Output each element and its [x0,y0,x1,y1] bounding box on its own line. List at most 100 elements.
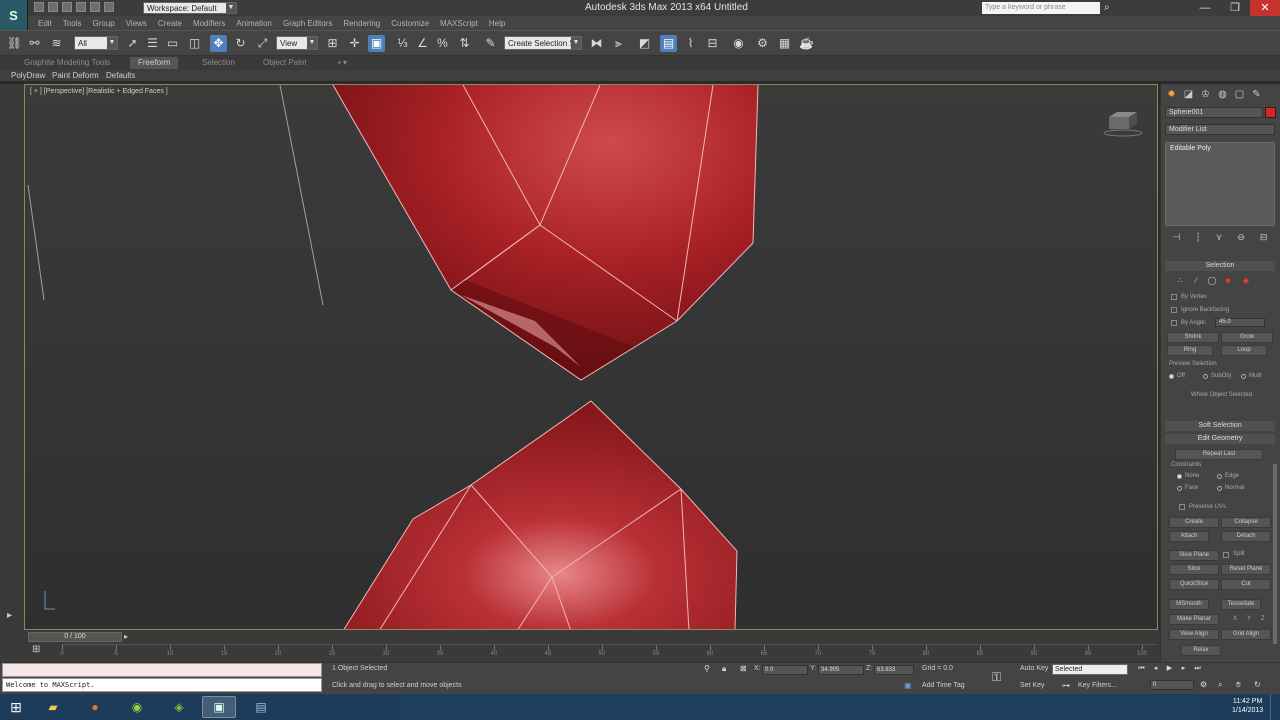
layer-manager-icon[interactable]: ◩ [636,35,653,52]
stack-item-editable-poly[interactable]: Editable Poly [1166,143,1274,154]
ignore-backfacing-checkbox[interactable] [1171,307,1177,313]
perspective-viewport[interactable]: [ + ] [Perspective] [Realistic + Edged F… [24,84,1158,630]
attach-button[interactable]: Attach [1169,531,1209,542]
loop-button[interactable]: Loop [1221,345,1267,356]
constraint-normal-radio[interactable] [1217,486,1222,491]
time-tag-icon[interactable]: ▣ [904,681,912,690]
key-filters-button[interactable]: Key Filters... [1078,682,1117,689]
paint-deform-panel[interactable]: Paint Deform [52,70,99,82]
by-angle-checkbox[interactable] [1171,320,1177,326]
menu-edit[interactable]: Edit [38,19,63,28]
redo-icon[interactable] [90,2,100,12]
close-button[interactable]: ✕ [1250,0,1280,16]
window-crossing-icon[interactable]: ◫ [186,35,203,52]
menu-views[interactable]: Views [126,19,158,28]
project-folder-icon[interactable] [104,2,114,12]
axis-y-button[interactable]: Y [1247,616,1251,622]
detach-button[interactable]: Detach [1221,531,1271,542]
new-file-icon[interactable] [34,2,44,12]
modify-tab-icon[interactable]: ◪ [1182,88,1195,101]
x-coord-field[interactable]: 0.0 [762,665,808,675]
selection-filter-dropdown[interactable]: All ▼ [74,36,118,50]
make-unique-icon[interactable]: ⋎ [1216,232,1223,243]
preview-off-radio[interactable] [1169,374,1174,379]
display-tab-icon[interactable]: ▢ [1233,88,1246,101]
show-desktop-button[interactable] [1270,694,1280,720]
quickslice-button[interactable]: QuickSlice [1169,579,1219,590]
msmooth-button[interactable]: MSmooth [1169,599,1209,610]
rendered-frame-window-icon[interactable]: ▦ [776,35,793,52]
percent-snap-icon[interactable]: % [434,35,451,52]
show-end-result-icon[interactable]: ┆ [1195,232,1200,243]
defaults-panel[interactable]: Defaults [106,70,135,82]
by-vertex-checkbox[interactable] [1171,294,1177,300]
workspace-dropdown[interactable]: Workspace: Default ▼ [143,2,237,14]
isolate-selection-icon[interactable]: ⚲ [704,664,710,673]
play-icon[interactable]: ▶ [1164,664,1175,674]
select-manipulate-icon[interactable]: ✛ [346,35,363,52]
axis-z-button[interactable]: Z [1261,616,1265,622]
element-mode-icon[interactable]: ◆ [1241,276,1251,285]
nvidia-app-icon[interactable]: ◈ [162,696,196,718]
make-planar-button[interactable]: Make Planar [1169,614,1219,625]
tessellate-button[interactable]: Tessellate [1221,599,1261,610]
cut-button[interactable]: Cut [1221,579,1271,590]
ring-button[interactable]: Ring [1167,345,1213,356]
axis-x-button[interactable]: X [1233,616,1237,622]
snaps-toggle-icon[interactable]: ⅓ [394,35,411,52]
application-button[interactable]: S [0,0,28,30]
select-and-scale-icon[interactable]: ⤢ [254,35,271,52]
track-bar[interactable]: 0 5 10 15 20 25 30 35 40 45 50 55 60 65 70 75 80 85 90 95 10… [60,644,1156,660]
save-file-icon[interactable] [62,2,72,12]
rectangular-selection-icon[interactable]: ▭ [164,35,181,52]
android-app-icon[interactable]: ◉ [120,696,154,718]
minimize-button[interactable]: — [1190,0,1220,16]
edit-named-selections-icon[interactable]: ✎ [482,35,499,52]
hierarchy-tab-icon[interactable]: ♔ [1199,88,1212,101]
graphite-toggle-icon[interactable]: ▤ [660,35,677,52]
remove-modifier-icon[interactable]: ⊖ [1237,232,1245,243]
windows-start-icon[interactable]: ⊞ [6,698,26,716]
shrink-button[interactable]: Shrink [1167,332,1219,343]
key-mode-dropdown[interactable]: Selected [1052,664,1128,675]
utilities-tab-icon[interactable]: ✎ [1250,88,1263,101]
maxscript-listener-output[interactable]: Welcome to MAXScript. [2,678,322,692]
polygon-mode-icon[interactable]: ■ [1223,276,1233,285]
keyboard-shortcut-override-icon[interactable]: ▣ [368,35,385,52]
time-slider[interactable]: 0 / 100 [28,632,122,642]
time-config-icon[interactable]: ⚙ [1200,680,1207,689]
search-input[interactable]: Type a keyword or phrase [982,2,1100,14]
folder-app-icon[interactable]: ▰ [36,696,70,718]
curve-editor-mini-icon[interactable]: ⊞ [32,644,40,655]
go-to-end-icon[interactable]: ⏭ [1192,664,1203,674]
reference-coordinate-dropdown[interactable]: View ▼ [276,36,318,50]
grow-button[interactable]: Grow [1221,332,1273,343]
reset-plane-button[interactable]: Reset Plane [1221,564,1271,575]
menu-tools[interactable]: Tools [63,19,93,28]
soft-selection-rollout[interactable]: Soft Selection [1165,421,1275,431]
menu-customize[interactable]: Customize [391,19,440,28]
object-color-swatch[interactable] [1265,107,1276,118]
auto-key-button[interactable]: Auto Key [1020,665,1048,672]
object-name-field[interactable]: Sphere001 [1165,107,1263,118]
viewcube[interactable] [1103,109,1143,137]
mirror-icon[interactable]: ⧓ [588,35,605,52]
collapse-button[interactable]: Collapse [1221,517,1271,528]
select-object-icon[interactable]: ➚ [124,35,141,52]
schematic-view-icon[interactable]: ⊟ [704,35,721,52]
polydraw-panel[interactable]: PolyDraw [11,70,45,82]
link-icon[interactable]: ⛓ [6,35,23,52]
modifier-list-dropdown[interactable]: Modifier List [1165,124,1275,135]
next-frame-arrow-icon[interactable]: ▸ [124,632,128,641]
pan-icon[interactable]: ✋︎ [1236,680,1241,690]
split-checkbox[interactable] [1223,552,1229,558]
system-clock[interactable]: 11:42 PM 1/14/2013 [1232,697,1263,715]
viewport-label[interactable]: [ + ] [Perspective] [Realistic + Edged F… [30,88,168,95]
preview-multi-radio[interactable] [1241,374,1246,379]
tab-selection[interactable]: Selection [194,57,243,69]
create-tab-icon[interactable]: ✹ [1165,88,1178,101]
set-key-button[interactable]: Set Key [1020,682,1045,689]
selection-rollout[interactable]: Selection [1165,261,1275,271]
z-coord-field[interactable]: 63.833 [874,665,914,675]
menu-create[interactable]: Create [158,19,193,28]
